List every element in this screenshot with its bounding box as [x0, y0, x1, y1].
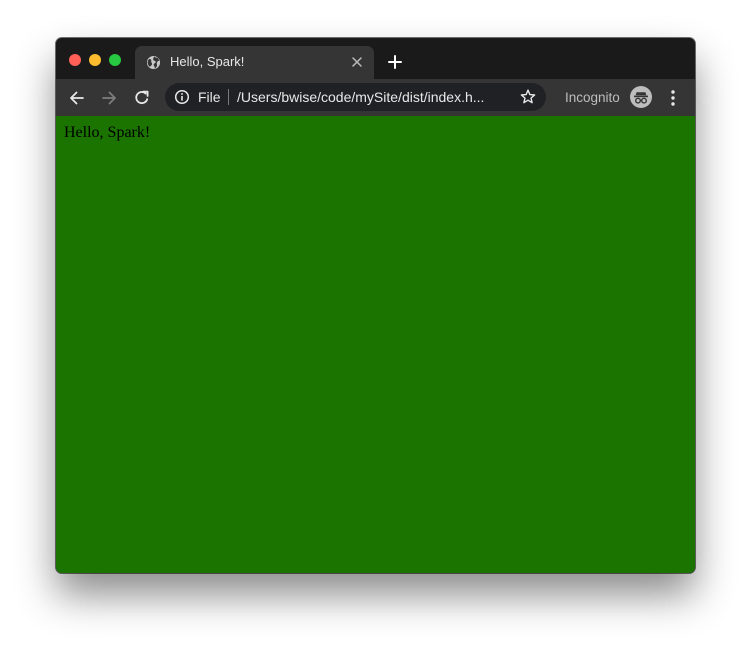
more-menu-icon[interactable] [666, 88, 680, 108]
tab-hello-spark[interactable]: Hello, Spark! [135, 46, 374, 79]
scheme-label: File [198, 89, 221, 105]
reload-icon[interactable] [132, 88, 152, 108]
incognito-icon[interactable] [630, 86, 652, 108]
page-body-text: Hello, Spark! [64, 124, 151, 141]
globe-icon [146, 55, 161, 70]
address-divider [228, 89, 229, 105]
back-arrow-icon[interactable] [67, 88, 87, 108]
bookmark-star-icon[interactable] [519, 88, 537, 106]
tab-title: Hello, Spark! [170, 54, 245, 69]
info-icon[interactable] [174, 89, 190, 105]
url-text[interactable]: /Users/bwise/code/mySite/dist/index.h... [237, 89, 505, 105]
maximize-window-button[interactable] [109, 54, 121, 66]
incognito-label: Incognito [565, 90, 620, 105]
new-tab-plus-icon[interactable] [387, 54, 403, 70]
minimize-window-button[interactable] [89, 54, 101, 66]
close-tab-icon[interactable] [351, 56, 363, 68]
forward-arrow-icon[interactable] [99, 88, 119, 108]
browser-window: Hello, Spark! File /Users/bwise/code/myS… [56, 38, 695, 573]
title-bar: Hello, Spark! [56, 38, 695, 79]
address-bar[interactable]: File /Users/bwise/code/mySite/dist/index… [165, 83, 546, 111]
browser-toolbar: File /Users/bwise/code/mySite/dist/index… [56, 79, 695, 116]
close-window-button[interactable] [69, 54, 81, 66]
page-viewport: Hello, Spark! [56, 116, 695, 573]
